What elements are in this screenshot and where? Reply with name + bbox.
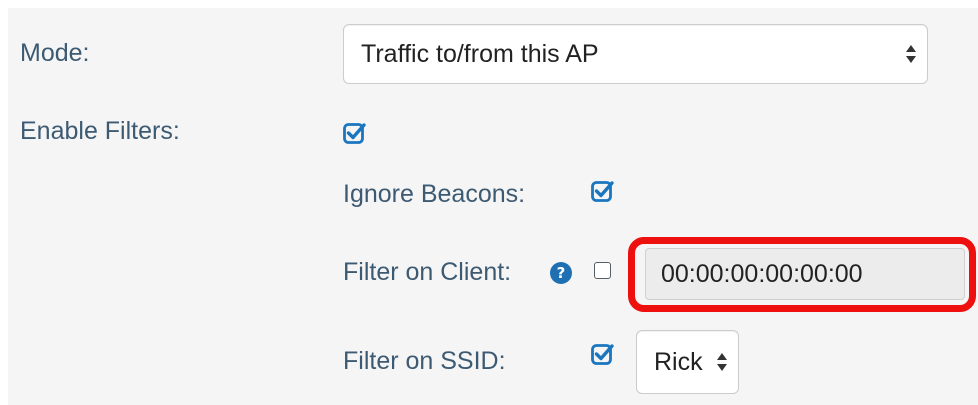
filter-ssid-checkbox[interactable] [591,341,617,367]
mode-label: Mode: [20,39,90,67]
help-icon[interactable]: ? [550,262,572,284]
enable-filters-label: Enable Filters: [20,117,180,145]
ignore-beacons-label: Ignore Beacons: [343,180,526,208]
ssid-select-value: Rick [654,347,703,376]
client-mac-input[interactable]: 00:00:00:00:00:00 [645,248,965,300]
ssid-select[interactable]: Rick [636,330,739,394]
client-mac-value: 00:00:00:00:00:00 [661,259,863,288]
enable-filters-checkbox[interactable] [343,120,369,146]
filter-ssid-label: Filter on SSID: [343,347,506,375]
select-arrows-icon [717,353,727,371]
filter-client-label: Filter on Client: [343,258,512,286]
select-arrows-icon [906,45,916,63]
filter-client-checkbox[interactable] [594,262,611,279]
mode-select-value: Traffic to/from this AP [361,39,599,68]
ignore-beacons-checkbox[interactable] [591,178,617,204]
mode-select[interactable]: Traffic to/from this AP [343,24,928,84]
